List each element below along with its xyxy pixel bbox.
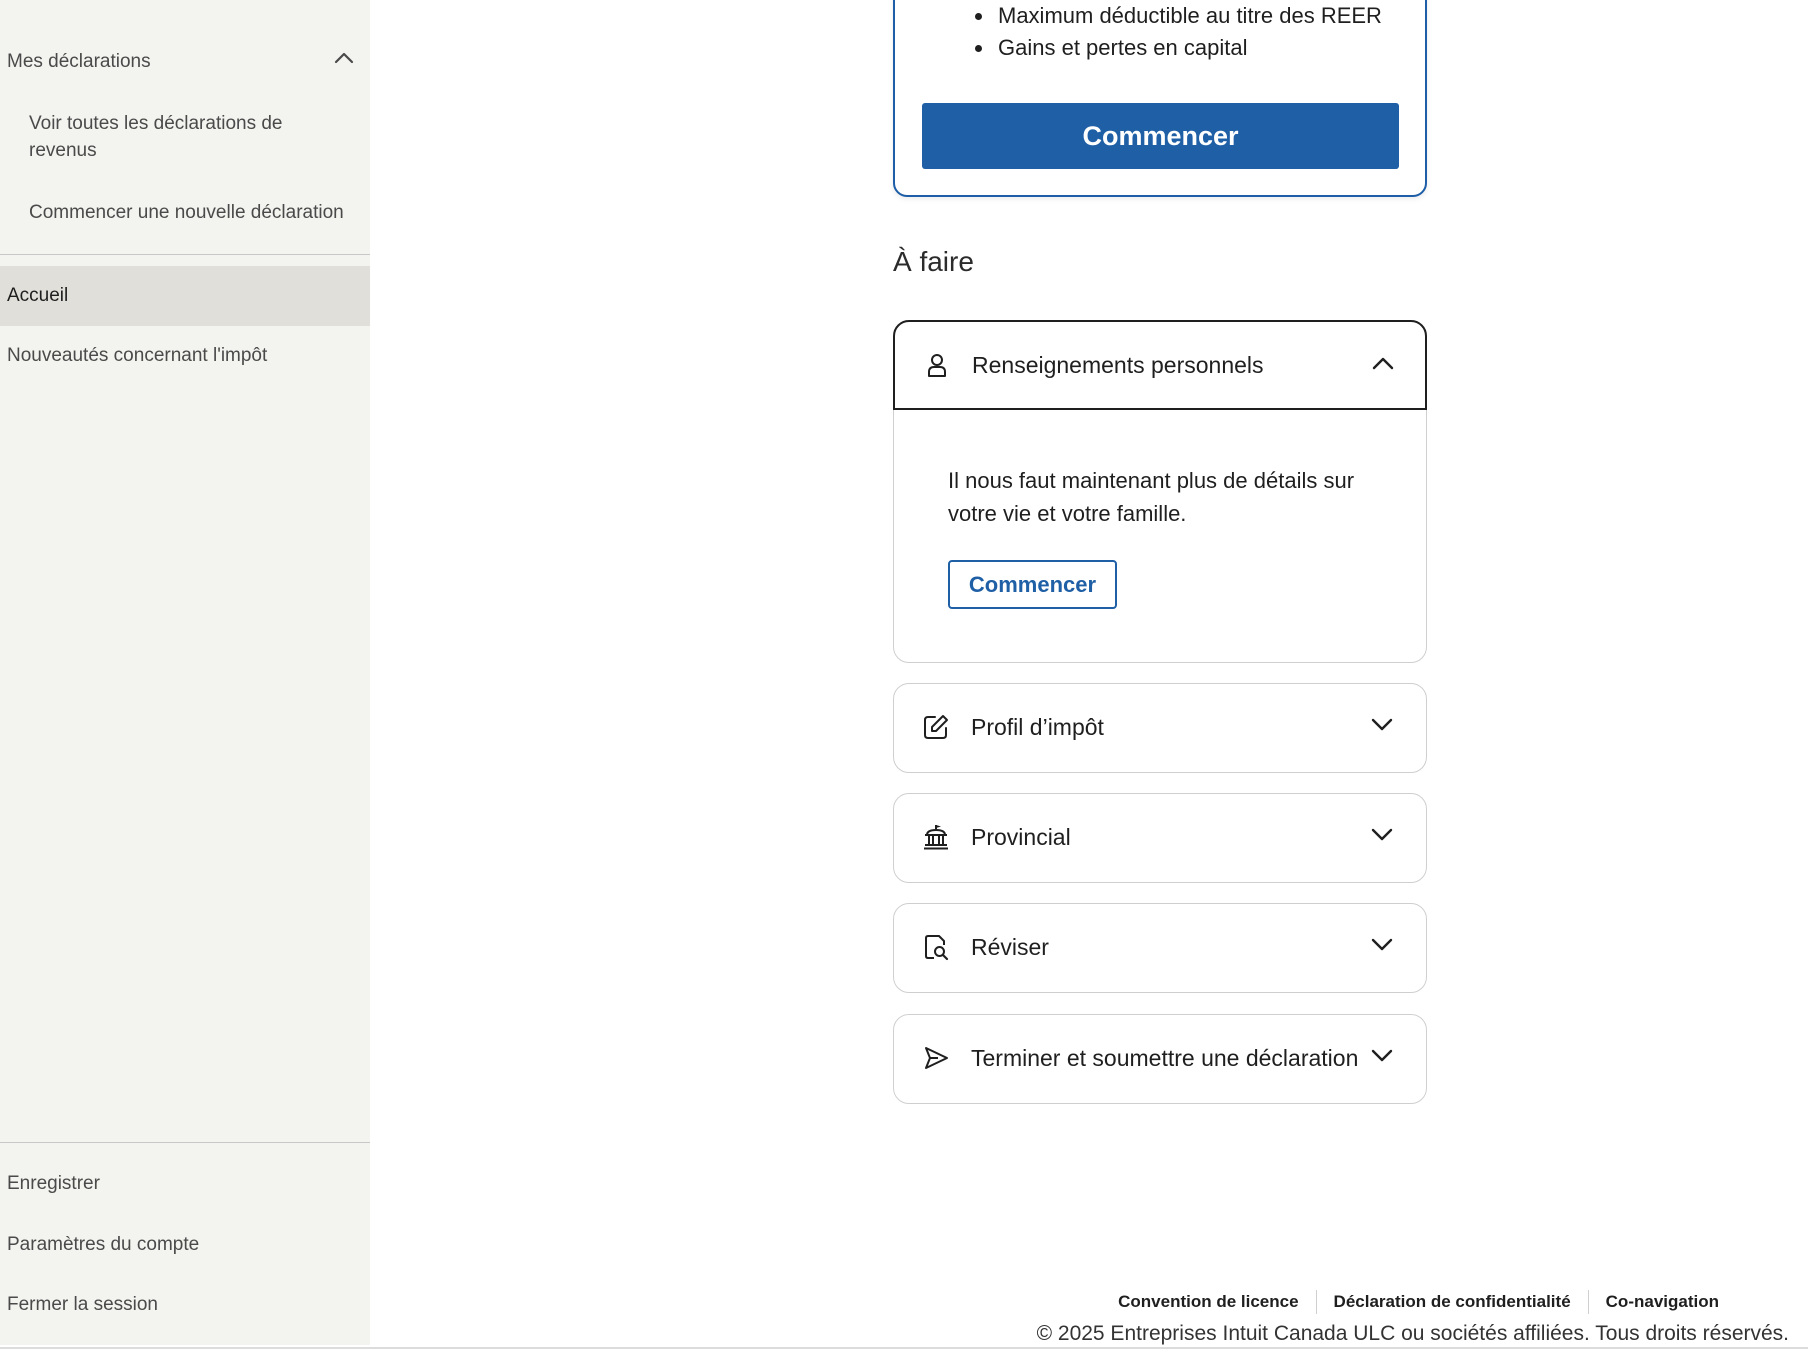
sidebar-item-label: Nouveautés concernant l'impôt [7, 345, 268, 366]
summary-bullets: Maximum déductible au titre des REER Gai… [975, 0, 1382, 64]
bullet-item: Maximum déductible au titre des REER [975, 0, 1382, 32]
sidebar-divider [0, 1142, 370, 1143]
copyright-text: © 2025 Entreprises Intuit Canada ULC ou … [1036, 1322, 1789, 1345]
sidebar-item-label: Accueil [7, 285, 69, 306]
accordion-provincial[interactable]: Provincial [893, 793, 1427, 883]
sidebar-item-label: Paramètres du compte [7, 1234, 200, 1255]
co-browsing-link[interactable]: Co-navigation [1589, 1292, 1736, 1312]
sidebar-group-mes-declarations[interactable]: Mes déclarations [0, 51, 370, 73]
sidebar-item-accueil[interactable]: Accueil [0, 266, 370, 326]
accordion-label: Renseignements personnels [972, 352, 1264, 378]
accordion-renseignements: Renseignements personnels Il nous faut m… [893, 320, 1427, 663]
accordion-label: Réviser [971, 934, 1049, 960]
sidebar-item-fermer-session[interactable]: Fermer la session [0, 1294, 370, 1316]
accordion-header[interactable]: Renseignements personnels [893, 320, 1427, 410]
chevron-down-icon [1371, 938, 1393, 952]
start-personal-info-button[interactable]: Commencer [948, 560, 1117, 609]
accordion-body-text: Il nous faut maintenant plus de détails … [948, 468, 1355, 526]
sidebar-group-label: Mes déclarations [7, 51, 151, 72]
accordion-label: Profil d’impôt [971, 714, 1104, 740]
accordion-header[interactable]: Profil d’impôt [894, 684, 1426, 772]
chevron-up-icon [1372, 356, 1394, 370]
footer-links: Convention de licence Déclaration de con… [1101, 1290, 1736, 1314]
sidebar-item-label: Voir toutes les déclarations de revenus [29, 113, 283, 161]
sidebar-item-label: Commencer une nouvelle déclaration [29, 202, 344, 223]
government-building-icon [922, 823, 950, 851]
sidebar-item-new-return[interactable]: Commencer une nouvelle déclaration [0, 199, 370, 226]
person-icon [923, 351, 951, 379]
sidebar-item-all-returns[interactable]: Voir toutes les déclarations de revenus [0, 110, 370, 164]
accordion-body: Il nous faut maintenant plus de détails … [894, 410, 1426, 662]
chevron-down-icon [1371, 828, 1393, 842]
chevron-down-icon [1371, 718, 1393, 732]
sidebar: Mes déclarations Voir toutes les déclara… [0, 0, 370, 1345]
privacy-statement-link[interactable]: Déclaration de confidentialité [1317, 1292, 1588, 1312]
sidebar-item-parametres[interactable]: Paramètres du compte [0, 1234, 370, 1256]
sidebar-item-enregistrer[interactable]: Enregistrer [0, 1173, 370, 1195]
sidebar-divider [0, 254, 370, 255]
accordion-header[interactable]: Provincial [894, 794, 1426, 882]
section-title: À faire [893, 246, 974, 277]
accordion-header[interactable]: Réviser [894, 904, 1426, 992]
sidebar-item-label: Enregistrer [7, 1173, 100, 1194]
accordion-terminer[interactable]: Terminer et soumettre une déclaration [893, 1014, 1427, 1104]
edit-icon [922, 713, 950, 741]
accordion-reviser[interactable]: Réviser [893, 903, 1427, 993]
chevron-up-icon[interactable] [334, 52, 354, 64]
sidebar-item-label: Fermer la session [7, 1294, 158, 1315]
accordion-profil-impot[interactable]: Profil d’impôt [893, 683, 1427, 773]
sidebar-item-nouveautes[interactable]: Nouveautés concernant l'impôt [0, 345, 370, 367]
start-button[interactable]: Commencer [922, 103, 1399, 169]
bullet-item: Gains et pertes en capital [975, 32, 1382, 64]
summary-card: Maximum déductible au titre des REER Gai… [893, 0, 1427, 197]
chevron-down-icon [1371, 1049, 1393, 1063]
accordion-label: Provincial [971, 824, 1071, 850]
license-agreement-link[interactable]: Convention de licence [1101, 1292, 1315, 1312]
page-bottom-border [0, 1347, 1808, 1349]
accordion-label: Terminer et soumettre une déclaration [971, 1045, 1359, 1071]
accordion-header[interactable]: Terminer et soumettre une déclaration [894, 1015, 1426, 1103]
send-icon [922, 1044, 950, 1072]
document-search-icon [922, 933, 950, 961]
